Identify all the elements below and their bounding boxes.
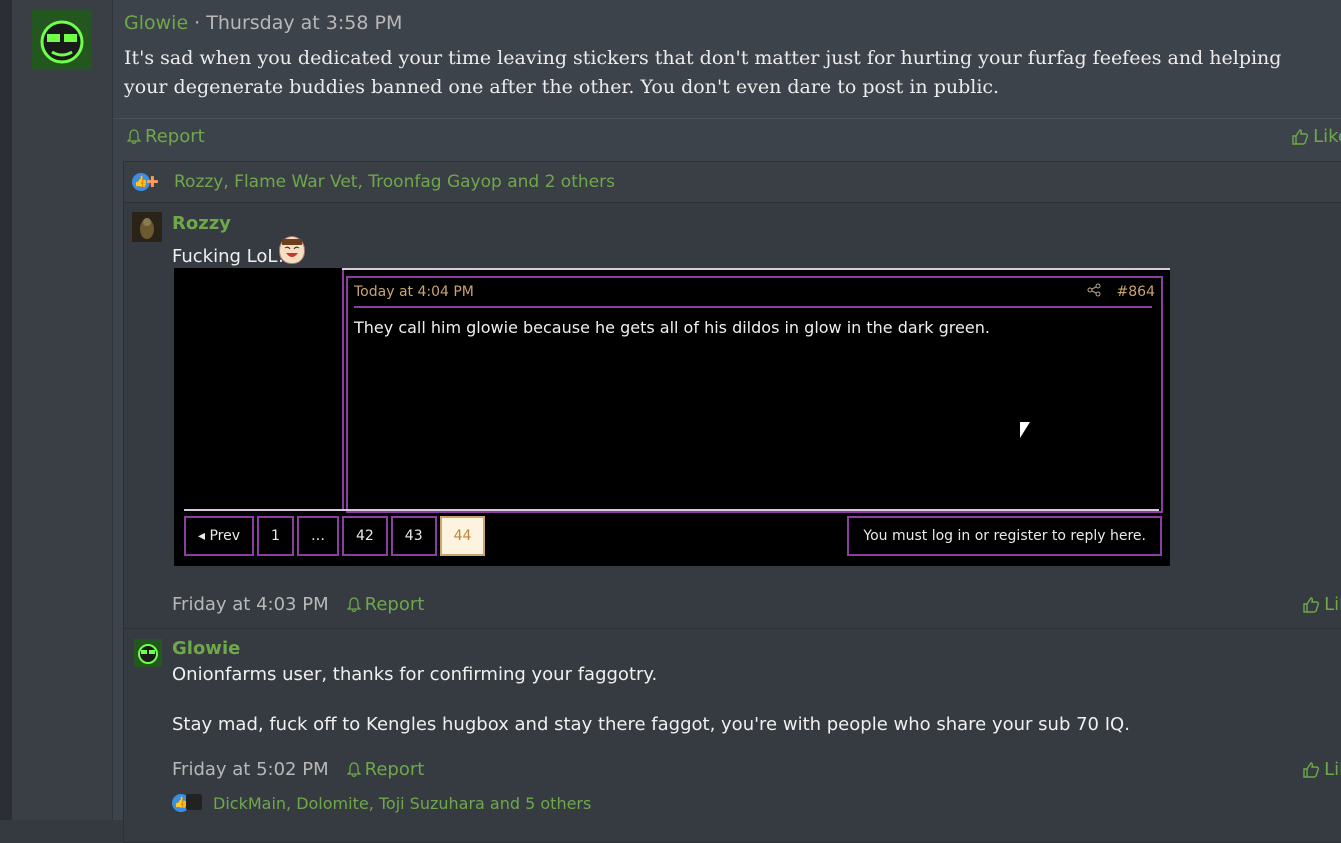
puzzle-reaction-icon: ✚ [146,173,159,191]
post-like-button[interactable]: Like [1291,126,1341,147]
comment-meta: Friday at 5:02 PM Report [172,759,424,780]
screenshot-bottom-border [184,509,1159,511]
post-report-label: Report [145,126,205,147]
share-glyph-icon [1087,283,1101,297]
comment-text: Fucking LoL! [172,246,285,267]
post-like-label: Like [1313,126,1341,147]
pager-current-page: 44 [439,516,486,556]
screenshot-left-panel [174,268,344,509]
pager-page: 43 [390,516,437,556]
post-author-link[interactable]: Glowie [124,12,188,34]
thumbs-up-icon [1292,128,1309,145]
mouse-cursor-icon [1020,422,1030,438]
comment-like-button[interactable]: Like [1302,759,1341,780]
post-report-button[interactable]: Report [127,126,205,147]
post-date[interactable]: Thursday at 3:58 PM [206,12,402,34]
comment-author[interactable]: Glowie [172,638,240,659]
comment-report-button[interactable]: Report [346,759,425,780]
screenshot-pager: ◂ Prev 1 … 42 43 44 [184,516,488,556]
comment-like-label: Like [1324,759,1341,780]
comment-report-label: Report [364,759,425,780]
thumbs-up-icon [1303,596,1320,613]
laughing-emoji-icon [279,236,305,264]
screenshot-post-box: Today at 4:04 PM #864 They call him glow… [346,276,1163,513]
post-body: It's sad when you dedicated your time le… [124,47,1282,98]
bell-icon [346,596,361,612]
screenshot-login-notice: You must log in or register to reply her… [847,516,1162,556]
user-column [12,0,113,820]
comment-divider [124,628,1341,629]
share-icon [1087,283,1101,301]
screenshot-message: They call him glowie because he gets all… [354,318,990,337]
divider [113,118,1341,119]
post-main: Glowie · Thursday at 3:58 PM It's sad wh… [113,0,1341,843]
comment-text-line2: Stay mad, fuck off to Kengles hugbox and… [172,714,1130,735]
comment-avatar[interactable] [134,639,162,667]
avatar[interactable] [32,10,92,70]
bell-icon [346,761,361,777]
screenshot-divider [354,306,1152,308]
pager-page: 42 [341,516,388,556]
post-header-separator: · [188,12,207,34]
comment-text-content: Fucking LoL! [172,246,285,267]
pager-page: 1 [257,516,294,556]
comment-text-line1: Onionfarms user, thanks for confirming y… [172,664,658,685]
comment-report-label: Report [364,594,425,615]
reactions-bar[interactable]: 👍 ✚ Rozzy, Flame War Vet, Troonfag Gayop… [124,162,1341,203]
comment-like-button[interactable]: Like [1302,594,1341,615]
pager-ellipsis: … [296,516,339,556]
screenshot-top-border [342,268,1170,270]
top-hat-reaction-icon [186,794,202,810]
rozzy-avatar-icon [132,212,162,242]
left-gutter [0,0,12,820]
post-header: Glowie · Thursday at 3:58 PM [124,12,402,34]
comment-reaction-icons: 👍 [172,794,202,812]
comments-section: 👍 ✚ Rozzy, Flame War Vet, Troonfag Gayop… [123,161,1341,843]
reaction-icons: 👍 ✚ [132,173,162,191]
glowie-avatar-icon [32,10,92,70]
comment-date[interactable]: Friday at 4:03 PM [172,594,329,615]
screenshot-date: Today at 4:04 PM [354,284,474,300]
comment-avatar[interactable] [132,212,162,242]
comment-reactions-summary[interactable]: DickMain, Dolomite, Toji Suzuhara and 5 … [213,794,591,813]
glowie-avatar-icon [134,639,162,667]
bell-icon [127,128,141,144]
comment-meta: Friday at 4:03 PM Report [172,594,424,615]
comment-author[interactable]: Rozzy [172,213,231,234]
embedded-screenshot[interactable]: Today at 4:04 PM #864 They call him glow… [174,268,1170,566]
thumbs-up-icon [1303,761,1320,778]
comment-report-button[interactable]: Report [346,594,425,615]
comment-like-label: Like [1324,594,1341,615]
comment-date[interactable]: Friday at 5:02 PM [172,759,329,780]
reactions-summary[interactable]: Rozzy, Flame War Vet, Troonfag Gayop and… [174,172,615,192]
screenshot-post-id: #864 [1116,284,1155,300]
laughing-face-icon [282,239,302,257]
pager-prev: ◂ Prev [184,516,255,556]
